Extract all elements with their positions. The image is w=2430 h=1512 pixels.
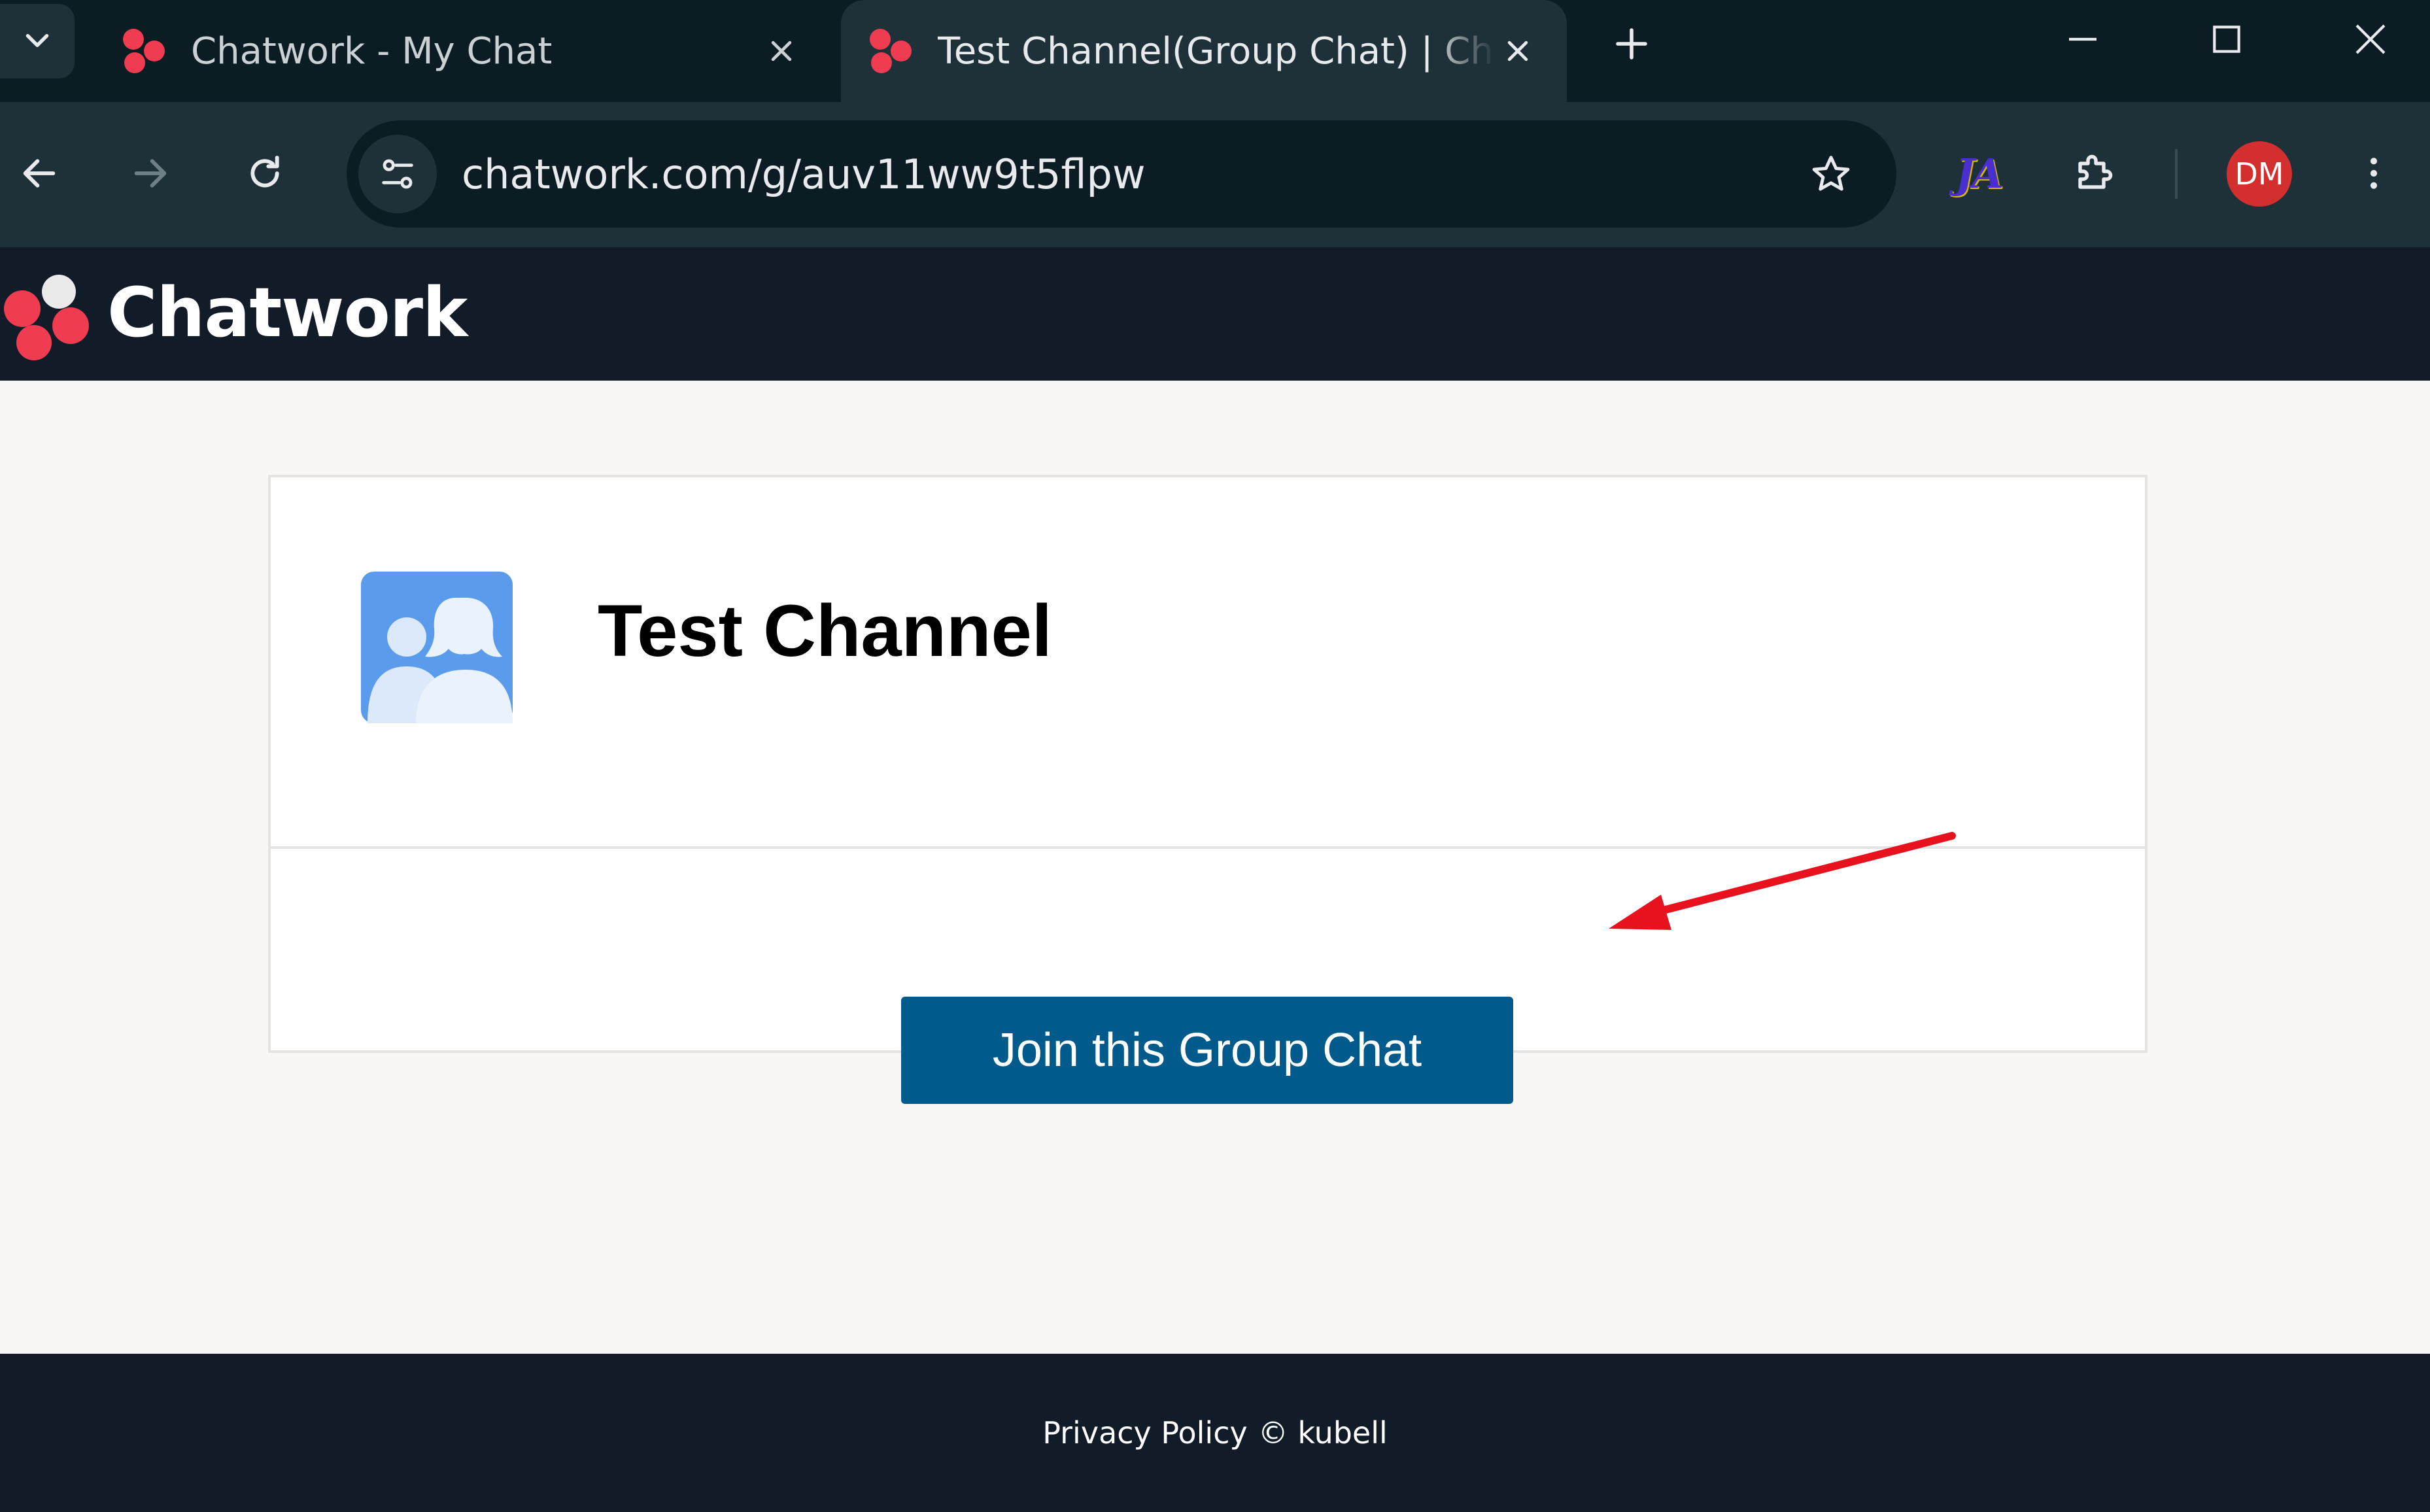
browser-tab-test-channel[interactable]: Test Channel(Group Chat) | Chatwork xyxy=(841,0,1567,102)
chatwork-logo-icon xyxy=(4,275,89,360)
close-icon xyxy=(1507,41,1528,61)
chatwork-favicon xyxy=(870,29,912,73)
window-minimize-button[interactable] xyxy=(2011,0,2155,78)
browser-menu-button[interactable] xyxy=(2341,141,2406,206)
address-bar[interactable] xyxy=(347,120,1896,228)
close-icon xyxy=(771,41,792,61)
tab-close-button[interactable] xyxy=(1495,28,1541,74)
arrow-right-icon xyxy=(134,159,167,188)
puzzle-icon xyxy=(2078,154,2113,189)
extensions-button[interactable] xyxy=(2061,141,2127,206)
group-people-icon xyxy=(361,572,513,723)
browser-tabstrip: Chatwork - My Chat Test Channel(Group Ch… xyxy=(0,0,2430,102)
star-icon xyxy=(1812,156,1850,191)
chatwork-favicon xyxy=(123,29,165,73)
forward-button[interactable] xyxy=(118,141,183,206)
back-button[interactable] xyxy=(7,141,72,206)
join-group-chat-button[interactable]: Join this Group Chat xyxy=(901,997,1513,1104)
reload-button[interactable] xyxy=(232,141,298,206)
toolbar-divider xyxy=(2175,149,2178,199)
tab-title: Test Channel(Group Chat) | Chatwork xyxy=(938,29,1495,73)
page-content: Test Channel Join this Group Chat xyxy=(0,381,2430,1354)
tab-search-button[interactable] xyxy=(0,4,75,78)
app-header: Chatwork xyxy=(0,247,2430,381)
window-close-button[interactable] xyxy=(2299,0,2430,78)
browser-tab-my-chat[interactable]: Chatwork - My Chat xyxy=(85,0,830,102)
annotation-arrow xyxy=(1609,832,1956,930)
group-chat-invite-card: Test Channel Join this Group Chat xyxy=(268,475,2148,1104)
new-tab-button[interactable] xyxy=(1602,14,1661,73)
footer-text: Privacy Policy © kubell xyxy=(0,1354,2430,1512)
brand-name: Chatwork xyxy=(107,273,468,352)
group-info-section: Test Channel xyxy=(271,477,2145,849)
tab-close-button[interactable] xyxy=(759,28,804,74)
close-icon xyxy=(2355,24,2386,54)
more-vertical-icon xyxy=(2370,158,2378,189)
privacy-policy-link[interactable]: Privacy Policy xyxy=(1042,1415,1248,1451)
minimize-icon xyxy=(2069,37,2096,41)
chevron-down-icon xyxy=(26,33,49,47)
tab-title: Chatwork - My Chat xyxy=(191,29,553,73)
site-info-button[interactable] xyxy=(358,135,437,213)
browser-toolbar: JA DM xyxy=(0,102,2430,247)
reload-icon xyxy=(250,156,279,188)
tune-icon xyxy=(382,159,413,189)
url-input[interactable] xyxy=(462,140,1691,208)
bookmark-button[interactable] xyxy=(1798,141,1864,207)
page-footer: Privacy Policy © kubell xyxy=(0,1354,2430,1512)
group-chat-name: Test Channel xyxy=(598,590,1052,672)
window-maximize-button[interactable] xyxy=(2155,0,2299,78)
plus-icon xyxy=(1616,28,1647,60)
profile-avatar[interactable]: DM xyxy=(2227,141,2292,207)
arrow-left-icon xyxy=(23,159,56,188)
copyright-text: © kubell xyxy=(1258,1415,1388,1451)
maximize-icon xyxy=(2213,26,2240,53)
ja-extension-icon[interactable]: JA xyxy=(1945,141,2011,206)
